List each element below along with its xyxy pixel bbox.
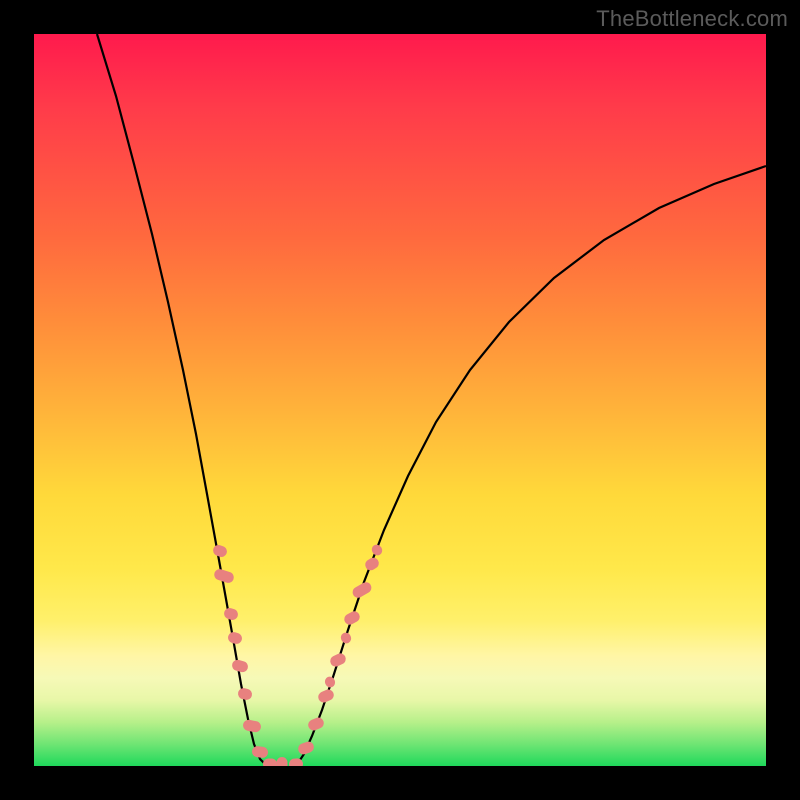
data-marker <box>351 580 374 600</box>
data-marker <box>370 543 384 558</box>
data-marker <box>342 609 361 626</box>
data-marker <box>242 719 262 733</box>
data-marker <box>251 745 268 758</box>
data-marker <box>307 716 326 732</box>
watermark-text: TheBottleneck.com <box>596 6 788 32</box>
data-markers-group <box>212 543 385 766</box>
bottleneck-curve-right <box>296 166 766 766</box>
data-marker <box>231 659 249 674</box>
data-marker <box>316 688 335 705</box>
data-marker <box>277 757 288 766</box>
data-marker <box>339 631 353 645</box>
data-marker <box>212 543 229 558</box>
data-marker <box>223 607 240 622</box>
plot-area <box>34 34 766 766</box>
chart-frame: TheBottleneck.com <box>0 0 800 800</box>
data-marker <box>323 675 337 689</box>
data-marker <box>237 687 253 701</box>
data-marker <box>363 556 381 573</box>
data-marker <box>328 652 347 669</box>
data-marker <box>227 631 243 645</box>
bottleneck-curve-left <box>97 34 267 766</box>
data-marker <box>263 758 277 766</box>
data-marker <box>297 740 316 756</box>
curve-overlay <box>34 34 766 766</box>
